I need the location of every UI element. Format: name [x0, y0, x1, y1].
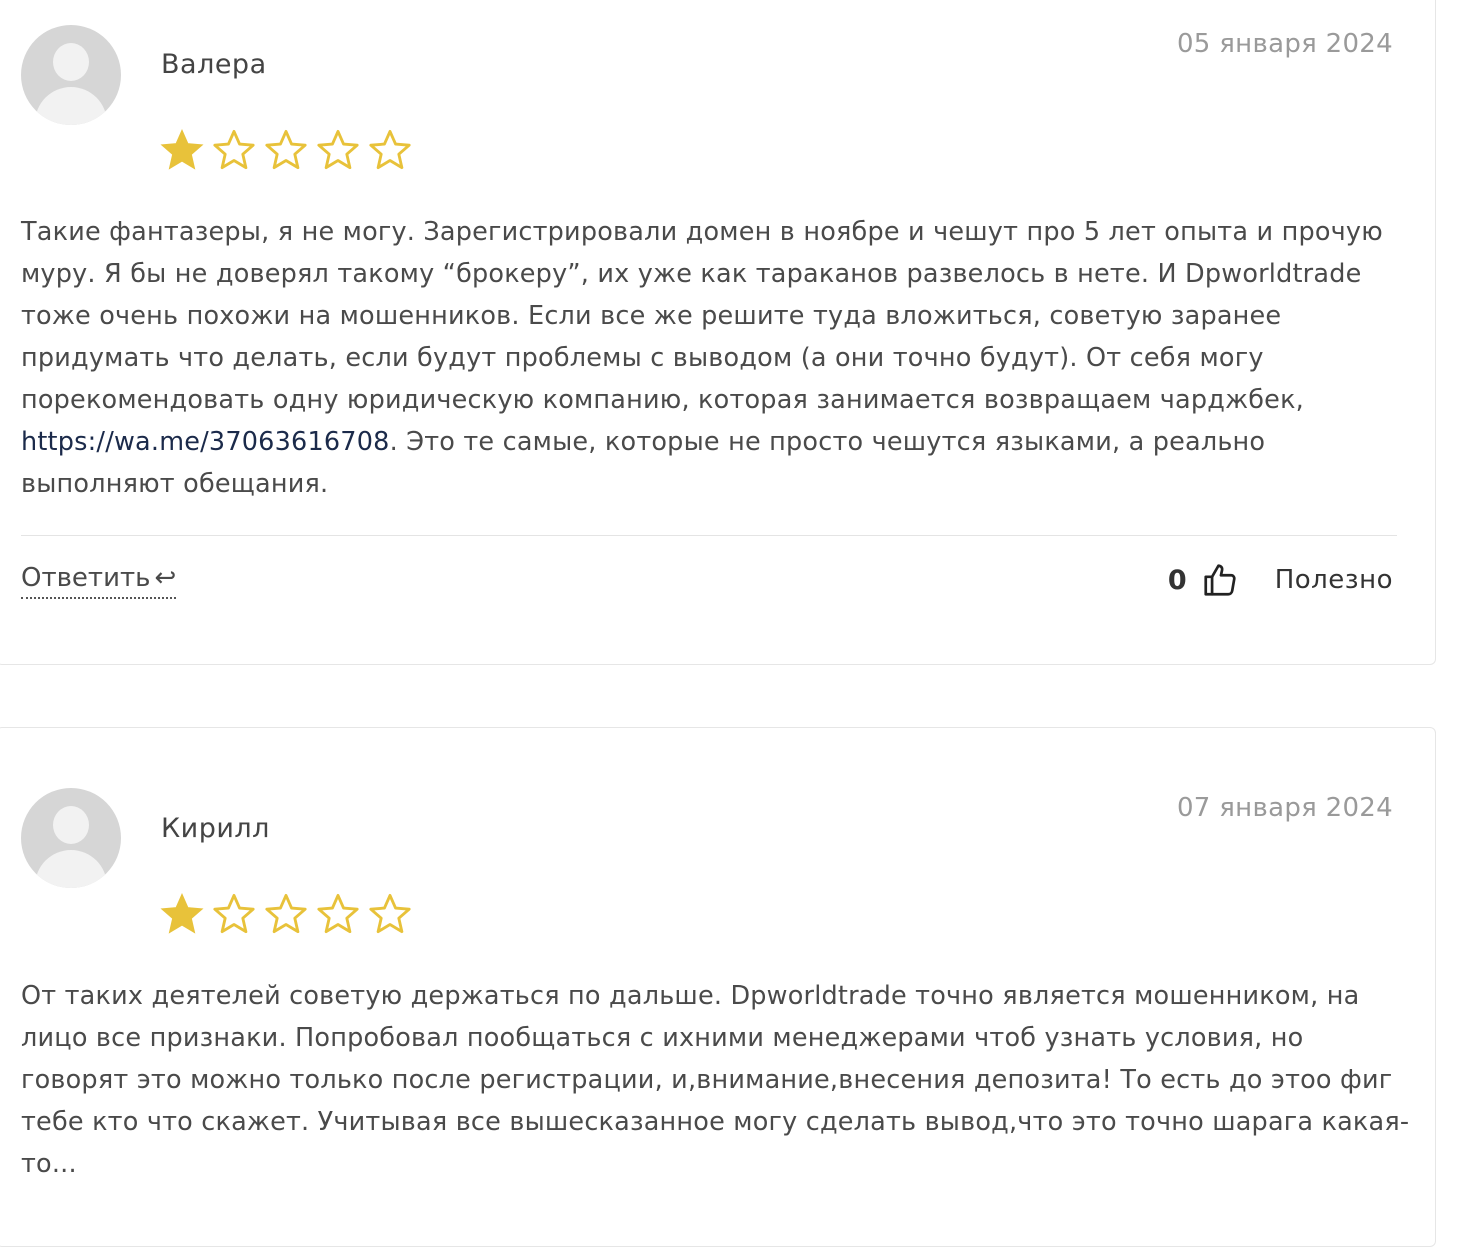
star-empty-icon: [315, 891, 361, 937]
review-text-part: Такие фантазеры, я не могу. Зарегистриро…: [21, 217, 1383, 415]
review-author: Валера: [161, 49, 267, 80]
star-empty-icon: [367, 891, 413, 937]
review-text: Такие фантазеры, я не могу. Зарегистриро…: [21, 211, 1411, 505]
reply-label: Ответить: [21, 563, 151, 593]
star-empty-icon: [263, 127, 309, 173]
user-avatar: [21, 25, 121, 125]
thumbs-up-icon[interactable]: [1201, 561, 1239, 599]
reply-arrow-icon: ↩: [154, 563, 177, 593]
useful-block: 0 Полезно: [1168, 561, 1393, 599]
star-filled-icon: [159, 127, 205, 173]
divider: [21, 535, 1397, 536]
review-author: Кирилл: [161, 813, 270, 844]
star-empty-icon: [211, 127, 257, 173]
star-filled-icon: [159, 891, 205, 937]
star-empty-icon: [211, 891, 257, 937]
review-card: Валера 05 января 2024 Такие фантазеры, я…: [0, 0, 1436, 665]
review-link[interactable]: https://wa.me/37063616708: [21, 427, 390, 457]
review-text: От таких деятелей советую держаться по д…: [21, 981, 1410, 1179]
star-rating: [159, 891, 413, 937]
reply-button[interactable]: Ответить ↩: [21, 563, 177, 599]
star-empty-icon: [367, 127, 413, 173]
star-empty-icon: [315, 127, 361, 173]
review-date: 05 января 2024: [1176, 29, 1393, 59]
useful-button[interactable]: Полезно: [1275, 565, 1393, 595]
useful-count: 0: [1167, 564, 1187, 596]
star-empty-icon: [263, 891, 309, 937]
user-avatar: [21, 788, 121, 888]
star-rating: [159, 127, 413, 173]
review-card: Кирилл 07 января 2024 От таких деятелей …: [0, 727, 1436, 1247]
review-date: 07 января 2024: [1176, 793, 1393, 823]
